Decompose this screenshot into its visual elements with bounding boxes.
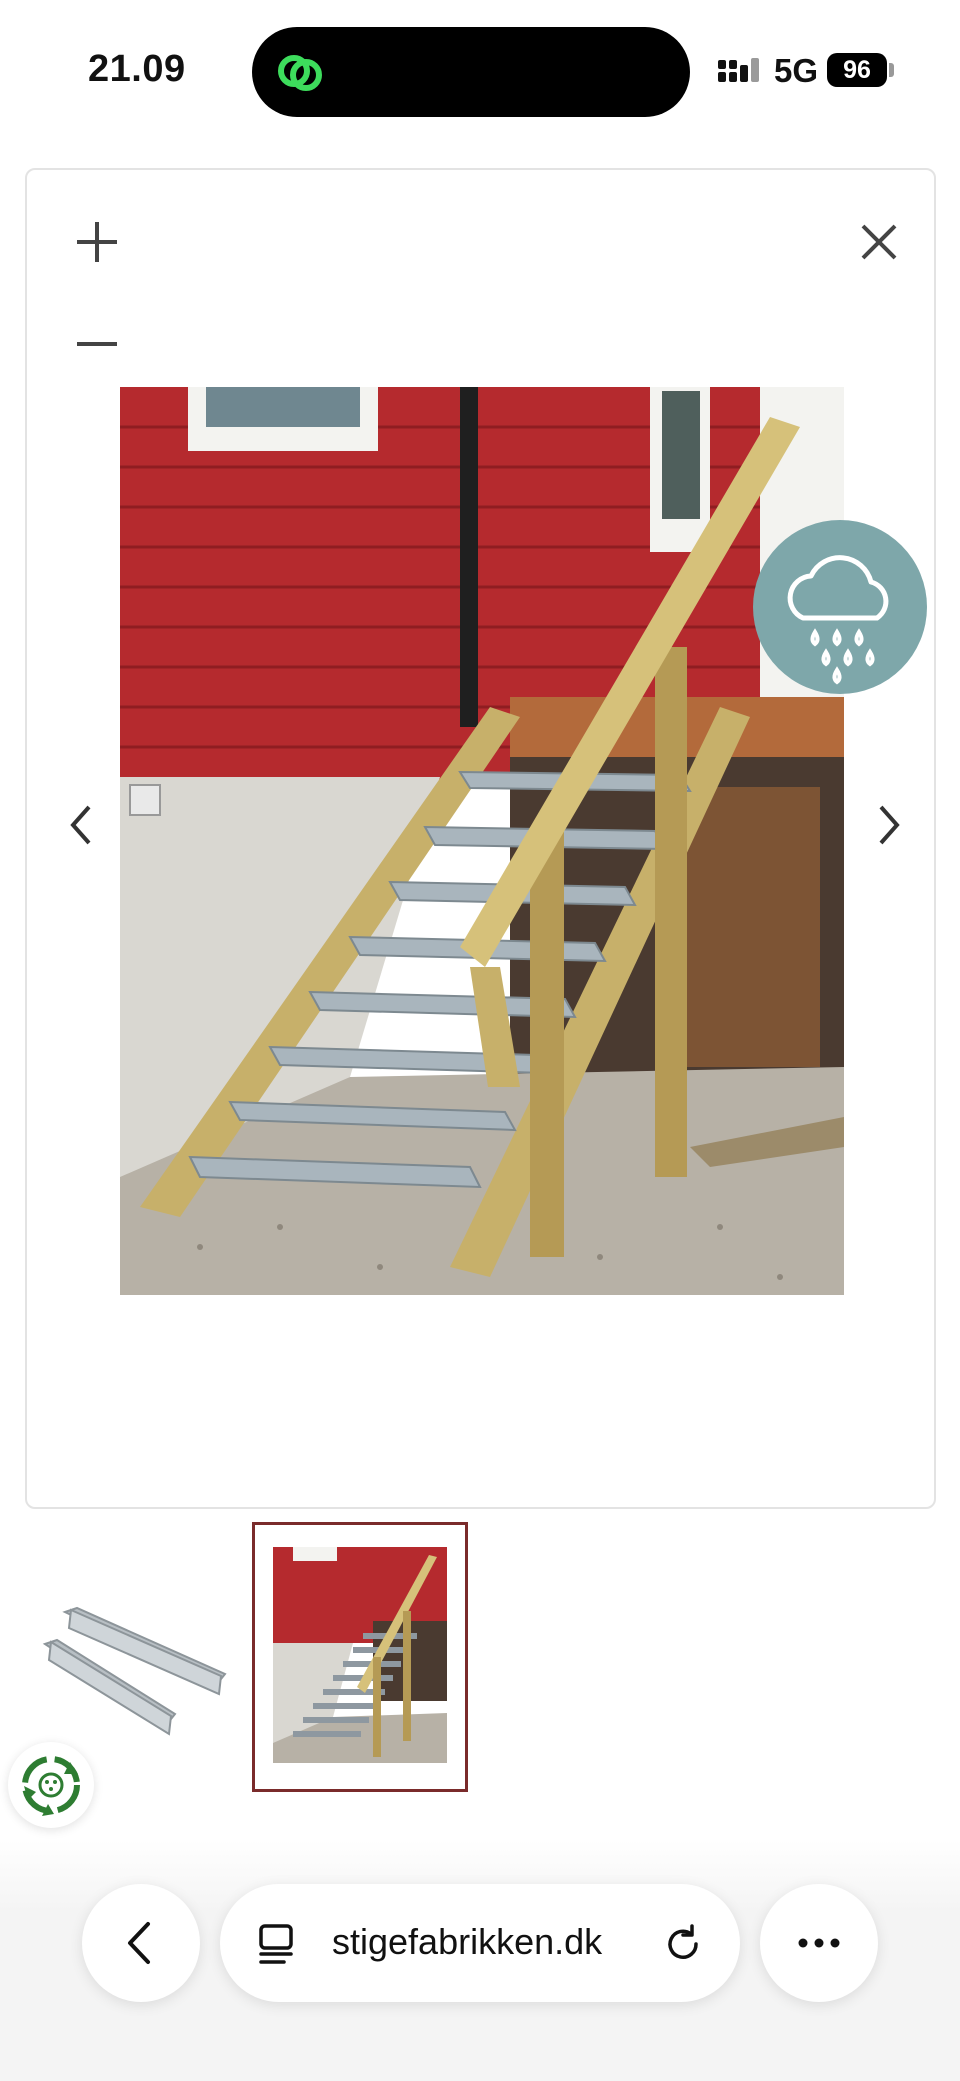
chevron-left-icon[interactable]	[57, 790, 107, 860]
minus-icon[interactable]	[67, 322, 127, 366]
dynamic-island	[252, 27, 690, 117]
battery-icon: 96	[827, 53, 887, 87]
back-chevron-icon	[128, 1922, 150, 1964]
back-button[interactable]	[82, 1884, 200, 2002]
recycle-icon	[22, 1756, 80, 1816]
staircase-thumbnail-image	[273, 1547, 447, 1763]
close-icon[interactable]	[849, 212, 909, 272]
weather-widget[interactable]	[753, 520, 927, 694]
battery-level: 96	[843, 56, 871, 84]
more-icon	[798, 1938, 840, 1948]
status-time: 21.09	[88, 48, 186, 90]
more-button[interactable]	[760, 1884, 878, 2002]
staircase-photo	[120, 387, 844, 1295]
eco-badge[interactable]	[8, 1742, 94, 1828]
thumbnail-staircase[interactable]	[252, 1522, 468, 1792]
reload-icon[interactable]	[662, 1922, 706, 1966]
chevron-right-icon[interactable]	[863, 790, 913, 860]
link-app-icon	[278, 55, 322, 91]
battery-tip	[889, 63, 894, 77]
url-text: stigefabrikken.dk	[332, 1921, 603, 1962]
signal-icon	[718, 58, 759, 82]
tabs-icon	[259, 1924, 293, 1964]
rain-cloud-icon	[787, 555, 889, 685]
status-bar: 21.09 5G 96	[0, 0, 960, 140]
plus-icon[interactable]	[67, 212, 127, 272]
address-bar[interactable]: stigefabrikken.dk	[220, 1884, 740, 2002]
image-viewer	[25, 168, 936, 1509]
network-type: 5G	[774, 52, 819, 89]
